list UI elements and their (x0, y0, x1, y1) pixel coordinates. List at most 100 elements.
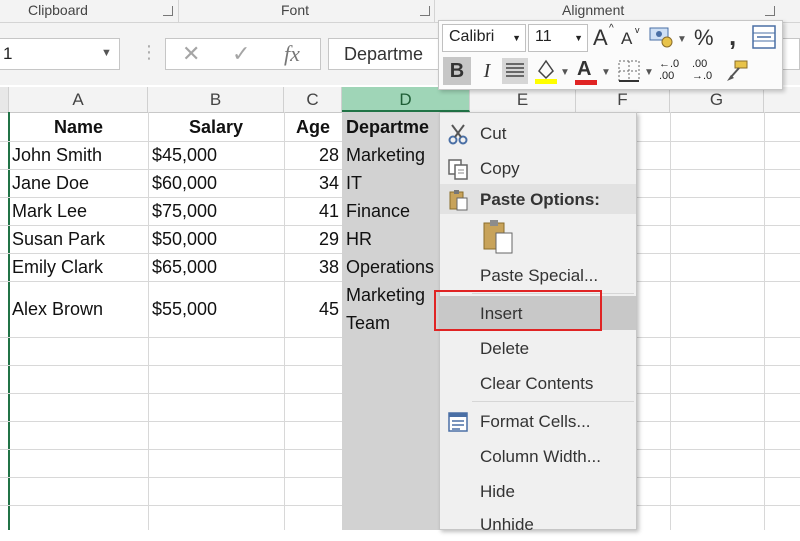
insert-highlight-outline (434, 290, 602, 331)
menu-item-hide[interactable]: Hide (440, 474, 636, 508)
cell-salary[interactable]: $55,000 (152, 299, 217, 320)
cell-salary[interactable]: $65,000 (152, 257, 217, 278)
name-box-value: 1 (3, 44, 13, 63)
chevron-down-icon[interactable]: ▼ (560, 67, 570, 78)
cell-salary[interactable]: $60,000 (152, 173, 217, 194)
grid-line (670, 112, 671, 530)
cell-age[interactable]: 45 (284, 299, 339, 320)
column-header-e[interactable]: E (470, 87, 576, 112)
decrease-decimal-button[interactable]: .00 →.0 (692, 58, 722, 86)
chevron-down-icon: ▼ (574, 33, 583, 43)
font-name-value: Calibri (449, 28, 495, 45)
ribbon-group-font: Font (281, 2, 310, 18)
paste-button-icon[interactable] (482, 219, 514, 255)
name-box[interactable]: 1 ▼ (0, 38, 120, 70)
menu-label-paste-special: Paste Special... (480, 266, 599, 285)
font-color-button[interactable]: A (575, 58, 597, 86)
font-size-select[interactable]: 11 ▼ (528, 24, 588, 52)
chevron-down-icon[interactable]: ▼ (677, 34, 687, 45)
cell-salary[interactable]: $45,000 (152, 145, 217, 166)
cell-department-line2[interactable]: Team (346, 313, 390, 334)
cell-age[interactable]: 34 (284, 173, 339, 194)
decrease-font-size-icon[interactable]: A (621, 29, 632, 49)
menu-label-clear-contents: Clear Contents (480, 374, 594, 393)
column-header-a[interactable]: A (9, 87, 148, 112)
cell-department[interactable]: IT (346, 173, 362, 194)
cell-name[interactable]: Jane Doe (12, 173, 89, 194)
cell-department[interactable]: Marketing (346, 145, 425, 166)
menu-item-column-width[interactable]: Column Width... (440, 439, 636, 473)
menu-item-copy[interactable]: Copy (440, 151, 636, 185)
comma-style-icon[interactable]: , (729, 21, 736, 52)
increase-font-size-icon[interactable]: A (593, 25, 608, 51)
increase-decimal-button[interactable]: ←.0 .00 (659, 58, 689, 86)
menu-label-delete: Delete (480, 339, 530, 358)
column-header-g[interactable]: G (670, 87, 764, 112)
cell-age[interactable]: 38 (284, 257, 339, 278)
cell-salary[interactable]: $75,000 (152, 201, 217, 222)
align-center-icon[interactable] (502, 58, 528, 84)
bold-button[interactable]: B (443, 57, 471, 85)
column-header-f[interactable]: F (576, 87, 670, 112)
caret-up-icon: ^ (609, 23, 614, 34)
header-age[interactable]: Age (284, 117, 342, 138)
menu-label-paste-options: Paste Options: (480, 190, 600, 209)
fill-color-icon[interactable] (533, 57, 559, 85)
insert-function-icon[interactable]: fx (284, 41, 300, 67)
cell-name[interactable]: John Smith (12, 145, 102, 166)
cell-age[interactable]: 29 (284, 229, 339, 250)
cell-name[interactable]: Susan Park (12, 229, 105, 250)
cell-department[interactable]: Operations (346, 257, 438, 278)
cell-department[interactable]: Finance (346, 201, 410, 222)
caret-down-icon: v (635, 25, 640, 35)
column-header-b[interactable]: B (148, 87, 284, 112)
font-launcher-icon[interactable] (420, 6, 430, 16)
cancel-icon[interactable]: ✕ (182, 41, 200, 67)
menu-item-delete[interactable]: Delete (440, 331, 636, 365)
ribbon-group-alignment: Alignment (562, 2, 625, 18)
menu-label-column-width: Column Width... (480, 447, 601, 466)
formula-buttons: ✕ ✓ fx (165, 38, 321, 70)
chevron-down-icon[interactable]: ▼ (601, 67, 611, 78)
increase-decimal-bottom: .00 (659, 70, 675, 82)
borders-icon[interactable] (617, 59, 641, 83)
accounting-format-icon[interactable] (649, 26, 673, 48)
font-color-swatch (575, 80, 597, 85)
ribbon-divider (434, 0, 435, 22)
cell-name[interactable]: Alex Brown (12, 299, 103, 320)
increase-decimal-top: ←.0 (659, 58, 680, 70)
cell-age[interactable]: 41 (284, 201, 339, 222)
percent-style-icon[interactable]: % (694, 25, 714, 51)
italic-button[interactable]: I (475, 57, 499, 85)
chevron-down-icon[interactable]: ▼ (644, 67, 654, 78)
menu-item-unhide[interactable]: Unhide (440, 507, 636, 541)
enter-icon[interactable]: ✓ (232, 41, 250, 67)
menu-item-clear-contents[interactable]: Clear Contents (440, 366, 636, 400)
format-painter-icon[interactable] (725, 59, 749, 83)
select-all-corner[interactable] (0, 87, 9, 112)
cell-name[interactable]: Mark Lee (12, 201, 87, 222)
cell-department-line1[interactable]: Marketing (346, 285, 425, 306)
cell-salary[interactable]: $50,000 (152, 229, 217, 250)
column-header-d[interactable]: D (342, 87, 470, 112)
grid-line (148, 112, 149, 530)
merge-center-icon[interactable] (752, 25, 776, 49)
cell-department[interactable]: HR (346, 229, 372, 250)
menu-label-format-cells: Format Cells... (480, 412, 591, 431)
menu-item-cut[interactable]: Cut (440, 116, 636, 150)
header-salary[interactable]: Salary (148, 117, 284, 138)
header-name[interactable]: Name (9, 117, 148, 138)
font-size-value: 11 (535, 28, 552, 45)
ribbon-group-clipboard: Clipboard (28, 2, 88, 18)
column-header-c[interactable]: C (284, 87, 342, 112)
header-department[interactable]: Departme (346, 117, 438, 138)
cell-age[interactable]: 28 (284, 145, 339, 166)
menu-item-format-cells[interactable]: Format Cells... (440, 404, 636, 438)
clipboard-launcher-icon[interactable] (163, 6, 173, 16)
chevron-down-icon[interactable]: ▼ (101, 47, 112, 59)
chevron-down-icon: ▼ (512, 33, 521, 43)
menu-item-paste-special[interactable]: Paste Special... (440, 258, 636, 292)
cell-name[interactable]: Emily Clark (12, 257, 103, 278)
alignment-launcher-icon[interactable] (765, 6, 775, 16)
font-name-select[interactable]: Calibri ▼ (442, 24, 526, 52)
